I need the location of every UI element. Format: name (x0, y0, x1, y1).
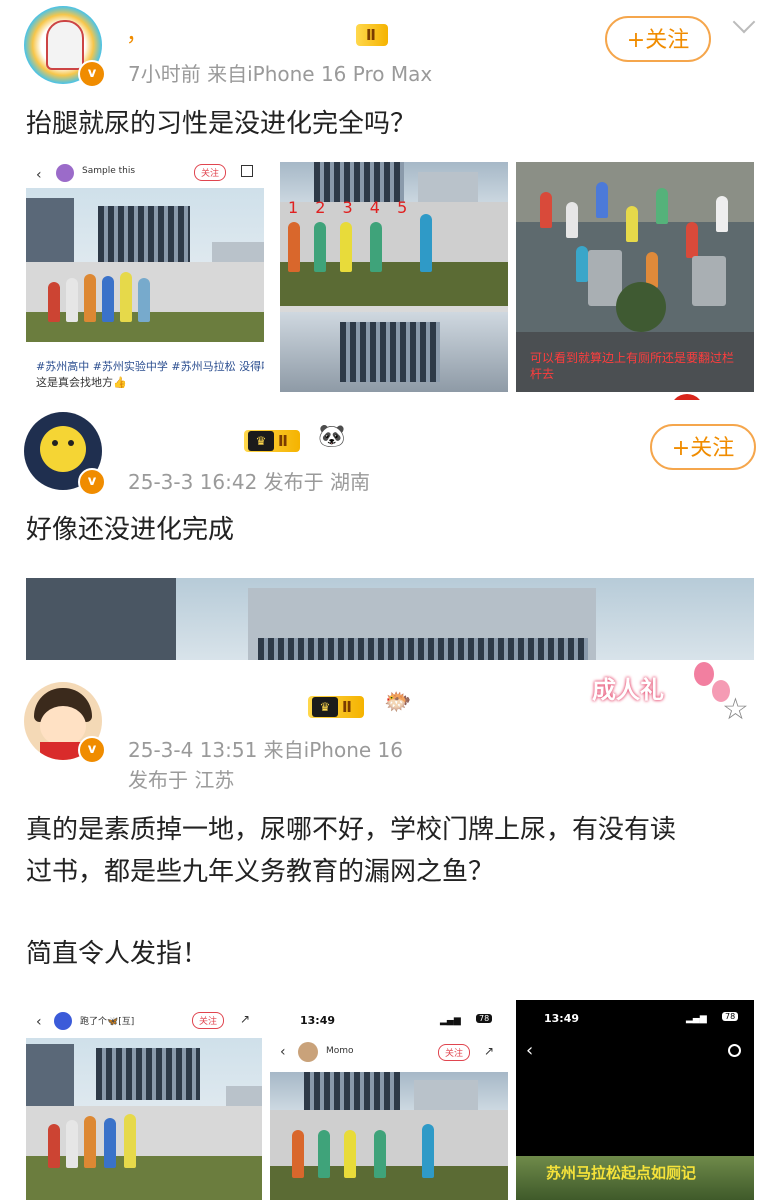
verified-badge-icon: v (78, 60, 106, 88)
back-icon: ‹ (36, 167, 42, 183)
app-username: Sample this (82, 166, 136, 176)
image-caption: 这是真会找地方👍 (36, 376, 127, 389)
post-image-3[interactable]: 13:49 ▂▄▆ 78 ‹ 苏州马拉松起点如厕记 (516, 1000, 754, 1200)
share-icon (241, 165, 253, 177)
app-username: Momo (326, 1046, 354, 1056)
post-image-1[interactable]: ‹ Sample this 关注 #苏州高中 #苏州实验中学 #苏州马拉松 没得… (26, 162, 264, 392)
search-icon (728, 1044, 741, 1057)
coming-of-age-sticker: 成人礼 (584, 660, 734, 720)
post-1: v ， Ⅱ 7小时前 来自iPhone 16 Pro Max +关注 抬腿就尿的… (0, 0, 777, 400)
share-icon: ↗ (240, 1012, 251, 1026)
balloon-icon (694, 662, 714, 686)
back-icon: ‹ (526, 1040, 534, 1061)
post-meta-time: 25-3-4 13:51 来自iPhone 16 (128, 738, 403, 762)
post-text-line-1: 真的是素质掉一地，尿哪不好，学校门牌上尿，有没有读 (26, 815, 677, 845)
panda-emoji: 🐼 (318, 424, 346, 449)
follow-button: 关注 (194, 164, 227, 181)
avatar (54, 1012, 72, 1030)
back-icon: ‹ (280, 1044, 286, 1060)
battery-icon: 78 (476, 1014, 493, 1023)
video-caption: 苏州马拉松起点如厕记 (546, 1164, 697, 1182)
image-numbers: 1 2 3 4 5 (288, 198, 414, 217)
post-text-line-3: 简直令人发指！ (26, 939, 209, 969)
app-username: 跑了个🦋[互] (80, 1017, 135, 1027)
follow-button: 关注 (192, 1012, 225, 1029)
post-2: v ♛ Ⅱ 🐼 25-3-3 16:42 发布于 湖南 +关注 好像还没进化完成 (0, 400, 777, 660)
rank-label: Ⅱ (278, 432, 288, 450)
signal-icon: ▂▄▆ (440, 1016, 461, 1026)
verified-badge-icon: v (78, 736, 106, 764)
post-image[interactable] (26, 578, 754, 660)
follow-button[interactable]: +关注 (650, 424, 756, 470)
post-meta: 7小时前 来自iPhone 16 Pro Max (128, 62, 433, 86)
status-time: 13:49 (544, 1012, 580, 1025)
post-text: 抬腿就尿的习性是没进化完全吗？ (26, 109, 417, 139)
post-image-2[interactable]: 13:49 ▂▄▆ 78 ‹ Momo 关注 ↗ (270, 1010, 508, 1200)
rank-label: Ⅱ (342, 698, 352, 716)
post-image-1[interactable]: ‹ 跑了个🦋[互] 关注 ↗ (26, 1010, 262, 1200)
crown-icon: ♛ (312, 697, 338, 717)
username[interactable]: ， (126, 16, 148, 48)
avatar (298, 1042, 318, 1062)
share-icon: ↗ (484, 1044, 495, 1058)
rank-badge: ♛ Ⅱ (244, 430, 300, 452)
post-image-2[interactable]: 1 2 3 4 5 (280, 162, 508, 392)
sticker-text: 成人礼 (592, 676, 664, 704)
follow-button[interactable]: +关注 (605, 16, 711, 62)
avatar (56, 164, 74, 182)
image-caption: 可以看到就算边上有厕所还是要翻过栏杆去 (530, 351, 735, 381)
image-tags: #苏州高中 #苏州实验中学 #苏州马拉松 没得喷 (36, 360, 264, 373)
rank-label: Ⅱ (366, 26, 376, 44)
post-image-3[interactable]: 可以看到就算边上有厕所还是要翻过栏杆去 (516, 162, 754, 392)
post-text: 好像还没进化完成 (26, 515, 235, 545)
chevron-down-icon[interactable] (732, 10, 756, 34)
signal-icon: ▂▄▆ (686, 1014, 707, 1024)
rank-badge: Ⅱ (356, 24, 388, 46)
crown-icon: ♛ (248, 431, 274, 451)
rank-badge: ♛ Ⅱ (308, 696, 364, 718)
status-time: 13:49 (300, 1014, 336, 1027)
post-meta: 25-3-3 16:42 发布于 湖南 (128, 470, 371, 494)
ghost-avatar-icon (46, 20, 84, 70)
post-meta-location: 发布于 江苏 (128, 768, 235, 792)
battery-icon: 78 (722, 1012, 739, 1021)
post-text-line-2: 过书，都是些九年义务教育的漏网之鱼？ (26, 857, 495, 887)
post-3: v ♛ Ⅱ 🐡 25-3-4 13:51 来自iPhone 16 发布于 江苏 … (0, 660, 777, 1200)
fish-emoji: 🐡 (384, 690, 412, 715)
pikachu-avatar-icon (40, 426, 86, 472)
back-icon: ‹ (36, 1014, 42, 1030)
verified-badge-icon: v (78, 468, 106, 496)
follow-button: 关注 (438, 1044, 471, 1061)
balloon-icon (712, 680, 730, 702)
